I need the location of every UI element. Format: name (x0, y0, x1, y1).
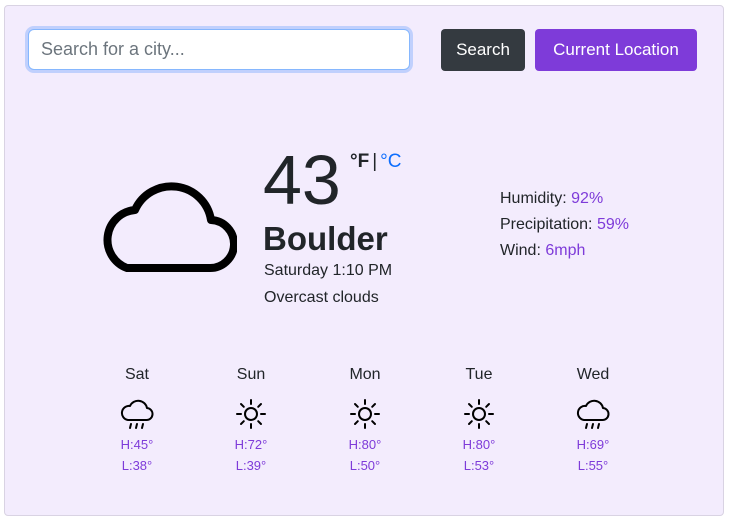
cloud-icon (97, 176, 238, 281)
forecast-low: L:39° (235, 458, 267, 473)
forecast-low: L:38° (121, 458, 153, 473)
forecast-high: H:80° (462, 437, 496, 452)
forecast-day-label: Tue (465, 366, 493, 383)
forecast-day-label: Sun (236, 366, 266, 383)
current-temperature: 43 (263, 141, 341, 219)
fahrenheit-unit[interactable]: °F (350, 151, 369, 172)
forecast-low: L:53° (463, 458, 495, 473)
sun-icon (231, 394, 271, 434)
forecast-high: H:72° (234, 437, 268, 452)
sun-icon (345, 394, 385, 434)
precipitation-label: Precipitation: (500, 216, 593, 233)
current-location-button[interactable]: Current Location (535, 29, 697, 71)
forecast-low: L:55° (577, 458, 609, 473)
precipitation-row: Precipitation: 59% (500, 212, 629, 238)
forecast-high: H:69° (576, 437, 610, 452)
forecast-day-label: Sat (124, 366, 149, 383)
forecast-high: H:80° (348, 437, 382, 452)
forecast-day: Mon H:80° L:50° (323, 366, 407, 476)
search-button[interactable]: Search (441, 29, 525, 71)
forecast-day-label: Wed (576, 366, 610, 383)
weather-stats: Humidity: 92% Precipitation: 59% Wind: 6… (500, 186, 629, 264)
precipitation-value: 59% (596, 216, 629, 233)
wind-value: 6mph (545, 242, 586, 259)
humidity-value: 92% (571, 190, 604, 207)
rain-cloud-icon (573, 394, 613, 434)
forecast-day-label: Mon (349, 366, 381, 383)
sun-icon (459, 394, 499, 434)
weather-condition: Overcast clouds (264, 289, 379, 306)
forecast-day: Sat H:45° L:38° (95, 366, 179, 476)
city-search-input[interactable] (28, 29, 410, 70)
unit-toggle: °F | °C (350, 151, 401, 173)
unit-separator: | (372, 151, 378, 172)
humidity-label: Humidity: (500, 190, 567, 207)
forecast-high: H:45° (120, 437, 154, 452)
rain-cloud-icon (117, 394, 157, 434)
celsius-link[interactable]: °C (380, 151, 401, 172)
forecast-day: Tue H:80° L:53° (437, 366, 521, 476)
current-datetime: Saturday 1:10 PM (264, 262, 393, 279)
forecast-day: Wed H:69° L:55° (551, 366, 635, 476)
forecast-day: Sun H:72° L:39° (209, 366, 293, 476)
humidity-row: Humidity: 92% (500, 186, 629, 212)
city-name: Boulder (263, 220, 388, 257)
weather-card: Search Current Location 43 °F|°C Boulder… (4, 5, 724, 516)
wind-label: Wind: (500, 242, 541, 259)
wind-row: Wind: 6mph (500, 238, 629, 264)
forecast-low: L:50° (349, 458, 381, 473)
